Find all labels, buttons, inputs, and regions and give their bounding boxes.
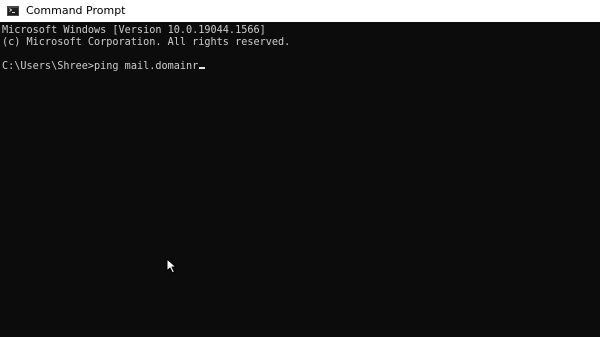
command-input[interactable]: ping mail.domainr xyxy=(94,61,198,72)
title-bar[interactable]: Command Prompt xyxy=(0,0,600,22)
command-prompt-window: Command Prompt Microsoft Windows [Versio… xyxy=(0,0,600,337)
version-line: Microsoft Windows [Version 10.0.19044.15… xyxy=(2,25,266,36)
prompt-text: C:\Users\Shree> xyxy=(2,61,95,72)
mouse-pointer-icon xyxy=(166,258,177,274)
copyright-line: (c) Microsoft Corporation. All rights re… xyxy=(2,37,291,48)
window-title: Command Prompt xyxy=(26,4,126,17)
cmd-icon xyxy=(7,6,19,16)
console-output[interactable]: Microsoft Windows [Version 10.0.19044.15… xyxy=(0,22,600,337)
text-cursor xyxy=(199,67,206,69)
command-line[interactable]: C:\Users\Shree>ping mail.domainr xyxy=(2,61,206,73)
